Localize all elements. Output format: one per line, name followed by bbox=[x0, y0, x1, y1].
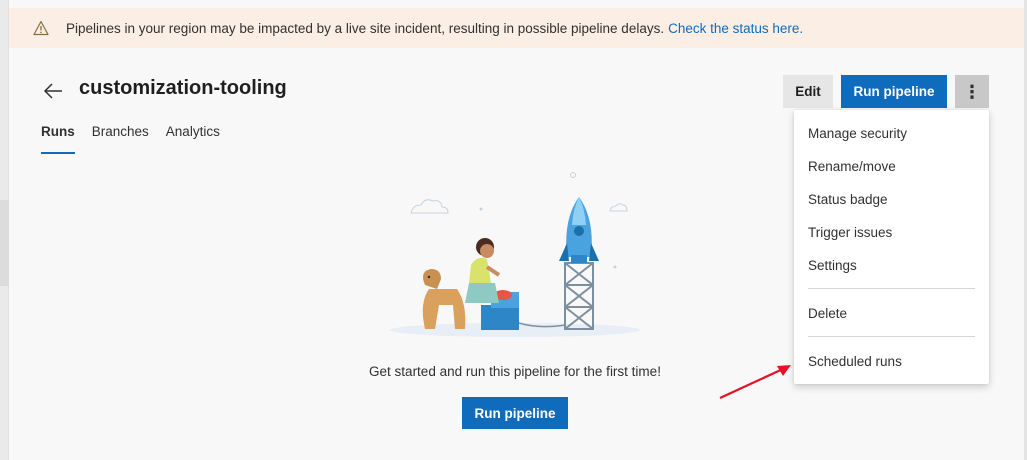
annotation-arrow-icon bbox=[719, 365, 791, 399]
run-pipeline-button[interactable]: Run pipeline bbox=[841, 75, 947, 108]
menu-item-delete[interactable]: Delete bbox=[794, 297, 989, 330]
tab-runs[interactable]: Runs bbox=[41, 124, 75, 154]
page-title: customization-tooling bbox=[79, 77, 287, 99]
tab-analytics[interactable]: Analytics bbox=[166, 124, 220, 154]
empty-state-message: Get started and run this pipeline for th… bbox=[369, 364, 661, 379]
banner-message: Pipelines in your region may be impacted… bbox=[66, 20, 665, 36]
status-link[interactable]: Check the status here. bbox=[668, 21, 803, 36]
menu-item-status-badge[interactable]: Status badge bbox=[794, 183, 989, 216]
more-actions-menu: Manage security Rename/move Status badge… bbox=[794, 110, 989, 384]
tab-branches[interactable]: Branches bbox=[92, 124, 149, 154]
empty-state-illustration bbox=[390, 172, 640, 337]
menu-divider bbox=[808, 336, 975, 337]
menu-item-settings[interactable]: Settings bbox=[794, 249, 989, 282]
incident-banner: Pipelines in your region may be impacted… bbox=[9, 8, 1024, 48]
menu-item-rename-move[interactable]: Rename/move bbox=[794, 150, 989, 183]
back-arrow-icon[interactable] bbox=[42, 80, 64, 102]
menu-item-trigger-issues[interactable]: Trigger issues bbox=[794, 216, 989, 249]
tab-bar: Runs Branches Analytics bbox=[41, 124, 237, 154]
left-nav-strip bbox=[0, 0, 9, 460]
menu-item-manage-security[interactable]: Manage security bbox=[794, 117, 989, 150]
left-nav-segment bbox=[0, 200, 9, 286]
warning-icon bbox=[33, 20, 49, 36]
menu-divider bbox=[808, 288, 975, 289]
more-actions-button[interactable]: ⋮ bbox=[955, 75, 989, 108]
run-pipeline-cta-button[interactable]: Run pipeline bbox=[462, 397, 568, 429]
more-vertical-icon: ⋮ bbox=[963, 81, 981, 102]
edit-button[interactable]: Edit bbox=[783, 75, 833, 108]
